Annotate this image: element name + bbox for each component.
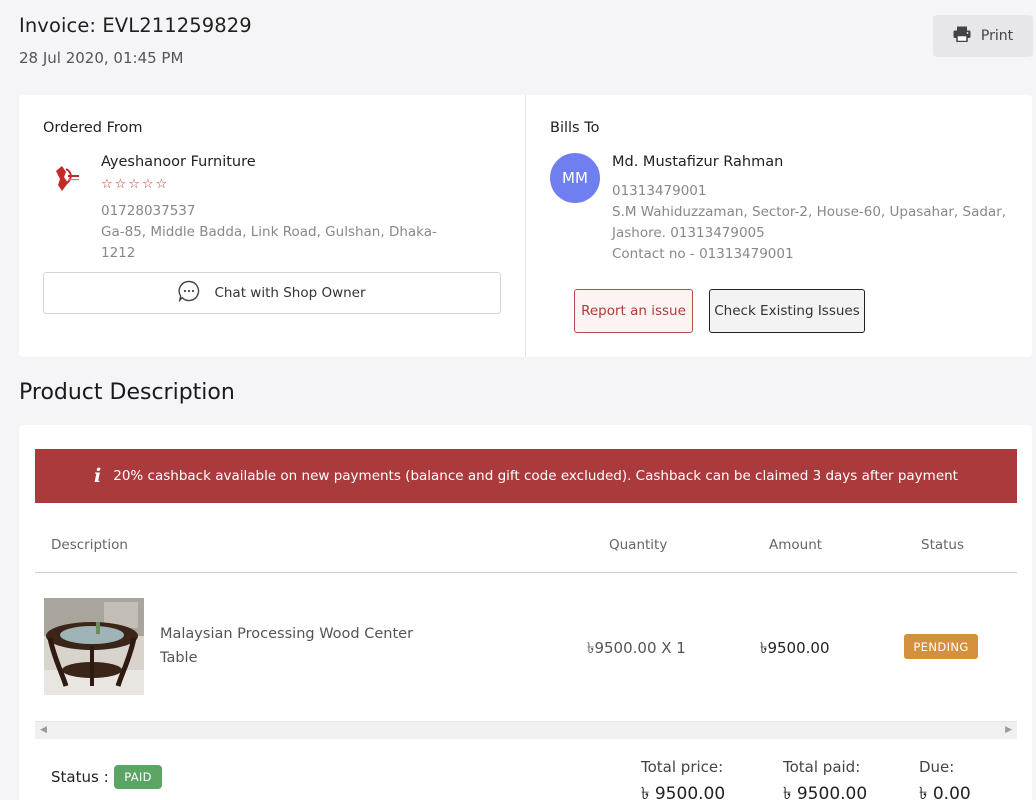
print-button[interactable]: Print	[933, 15, 1033, 57]
invoice-title: Invoice: EVL211259829	[19, 14, 252, 37]
shop-phone: 01728037537	[101, 203, 196, 219]
shop-address-line2: 1212	[101, 245, 136, 261]
print-label: Print	[980, 28, 1014, 44]
product-description-heading: Product Description	[19, 380, 235, 405]
order-parties-card: Ordered From Ayeshanoor Furniture ☆☆☆☆☆ …	[19, 95, 1032, 357]
shop-rating-stars: ☆☆☆☆☆	[101, 177, 170, 192]
column-header-status: Status	[921, 537, 965, 553]
invoice-date: 28 Jul 2020, 01:45 PM	[19, 49, 184, 67]
shop-name[interactable]: Ayeshanoor Furniture	[101, 154, 256, 170]
column-header-quantity: Quantity	[609, 537, 668, 553]
total-price-label: Total price:	[641, 758, 724, 776]
scroll-left-icon[interactable]: ◀	[40, 725, 47, 735]
shop-logo	[52, 163, 80, 195]
customer-phone: 01313479001	[612, 183, 707, 199]
cashback-text: 20% cashback available on new payments (…	[113, 468, 958, 484]
product-quantity: ৳9500.00 X 1	[587, 639, 686, 657]
column-header-description: Description	[51, 537, 128, 553]
payment-status-badge: PAID	[114, 765, 162, 789]
total-paid-label: Total paid:	[783, 758, 861, 776]
ordered-from-label: Ordered From	[43, 120, 143, 136]
shop-address-line1: Ga-85, Middle Badda, Link Road, Gulshan,…	[101, 224, 437, 240]
horizontal-scrollbar[interactable]: ◀ ▶	[35, 721, 1017, 739]
total-price-value: ৳ 9500.00	[641, 784, 726, 800]
product-name: Malaysian Processing Wood Center Table	[160, 626, 414, 666]
customer-address-line1: S.M Wahiduzzaman, Sector-2, House-60, Up…	[612, 204, 1007, 220]
bills-to-label: Bills To	[550, 120, 600, 136]
status-badge: PENDING	[904, 634, 978, 659]
chat-bubble-icon	[178, 280, 200, 306]
cashback-banner: i 20% cashback available on new payments…	[35, 449, 1017, 503]
column-header-amount: Amount	[769, 537, 823, 553]
report-issue-button[interactable]: Report an issue	[574, 289, 693, 333]
product-image[interactable]	[44, 598, 144, 695]
customer-contact: Contact no - 01313479001	[612, 246, 794, 262]
due-value: ৳ 0.00	[919, 784, 971, 800]
table-header-divider	[35, 572, 1017, 573]
info-icon: i	[94, 465, 102, 487]
avatar: MM	[550, 153, 600, 203]
scroll-right-icon[interactable]: ▶	[1005, 725, 1012, 735]
product-card: i 20% cashback available on new payments…	[19, 425, 1032, 800]
printer-icon	[953, 26, 971, 46]
customer-name: Md. Mustafizur Rahman	[612, 154, 784, 170]
product-amount: ৳9500.00	[760, 639, 830, 657]
payment-status-label: Status :	[51, 768, 109, 786]
chat-label: Chat with Shop Owner	[214, 285, 366, 301]
customer-address-line2: Jashore. 01313479005	[612, 225, 765, 241]
due-label: Due:	[919, 758, 955, 776]
chat-with-shop-owner-button[interactable]: Chat with Shop Owner	[43, 272, 501, 314]
check-existing-issues-button[interactable]: Check Existing Issues	[709, 289, 865, 333]
total-paid-value: ৳ 9500.00	[783, 784, 868, 800]
card-divider	[525, 95, 526, 357]
